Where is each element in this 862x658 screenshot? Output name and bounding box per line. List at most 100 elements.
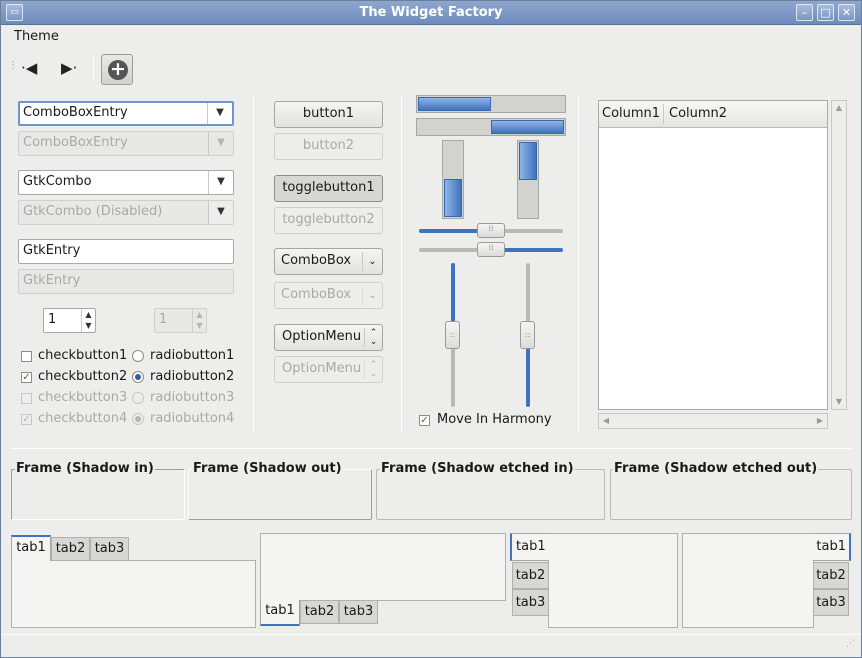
spin-button-value[interactable]: 1 — [48, 312, 56, 327]
column-header-1[interactable]: Column1 — [602, 106, 660, 121]
gtkcombo[interactable]: GtkCombo ▼ — [18, 170, 234, 195]
combobox-entry[interactable]: ComboBoxEntry ▼ — [18, 101, 234, 126]
chevron-down-icon[interactable]: ▼ — [208, 171, 233, 194]
close-icon[interactable]: ✕ — [838, 4, 855, 21]
notebook-top-tab2[interactable]: tab2 — [51, 537, 90, 561]
notebook-top-tab3[interactable]: tab3 — [90, 537, 129, 561]
hscale-handle[interactable]: ⁞⁞ — [477, 223, 505, 238]
gtk-entry-text[interactable]: GtkEntry — [23, 243, 80, 258]
add-icon: + — [108, 60, 128, 80]
hscale-handle[interactable]: ⁞⁞ — [477, 242, 505, 257]
notebook-right-page — [682, 533, 814, 628]
optionmenu-label: OptionMenu — [282, 329, 362, 344]
move-in-harmony-label[interactable]: Move In Harmony — [437, 412, 552, 427]
section-separator — [11, 448, 851, 449]
notebook-right-tab1[interactable]: tab1 — [813, 533, 851, 561]
radiobutton3-circle — [132, 392, 144, 404]
frame-shadow-out — [188, 469, 372, 520]
notebook-bottom-tab2[interactable]: tab2 — [300, 600, 339, 624]
checkbutton1-box[interactable] — [21, 351, 32, 362]
spin-arrows-icon[interactable]: ▲ ▼ — [81, 309, 95, 332]
resize-grip-icon[interactable]: ⋰ — [846, 640, 858, 653]
scroll-left-icon[interactable]: ◀ — [599, 414, 613, 428]
gtk-entry-disabled-text: GtkEntry — [23, 273, 81, 288]
notebook-left-tab3[interactable]: tab3 — [512, 589, 549, 616]
gtkcombo-disabled-text: GtkCombo (Disabled) — [23, 204, 163, 219]
horizontal-scrollbar[interactable]: ◀ ▶ — [598, 413, 828, 429]
add-button[interactable]: + — [101, 54, 133, 85]
optionmenu[interactable]: OptionMenu ⌃ ⌄ — [274, 324, 383, 351]
spin-button[interactable]: 1 ▲ ▼ — [43, 308, 96, 333]
notebook-right-tab3[interactable]: tab3 — [813, 589, 849, 616]
notebook-right-tab2[interactable]: tab2 — [813, 562, 849, 589]
notebook-left-tab2[interactable]: tab2 — [512, 562, 549, 589]
button2: button2 — [274, 133, 383, 160]
vscale-handle[interactable]: :: — [520, 321, 535, 349]
notebook-bottom-tab1[interactable]: tab1 — [260, 600, 300, 626]
optionmenu-disabled: OptionMenu ⌃ ⌄ — [274, 356, 383, 383]
progress-bar-h1 — [416, 95, 566, 113]
checkbutton4-box: ✓ — [21, 414, 32, 425]
progress-fill — [444, 179, 462, 217]
radiobutton3-label: radiobutton3 — [150, 390, 235, 405]
checkbutton1-label[interactable]: checkbutton1 — [38, 348, 127, 363]
minimize-icon[interactable]: – — [796, 4, 813, 21]
scroll-right-icon[interactable]: ▶ — [813, 414, 827, 428]
column-separator — [578, 95, 579, 433]
spin-button-disabled: 1 ▲ ▼ — [154, 308, 207, 333]
notebook-top-tab1[interactable]: tab1 — [11, 535, 51, 561]
button1[interactable]: button1 — [274, 101, 383, 128]
title-bar[interactable]: ▭ The Widget Factory – □ ✕ — [1, 1, 861, 25]
combobox-entry-disabled-text: ComboBoxEntry — [23, 135, 128, 150]
hscale-2[interactable]: ⁞⁞ — [419, 242, 563, 257]
notebook-left-tab1[interactable]: tab1 — [510, 533, 549, 561]
tree-header: Column1 Column2 — [599, 101, 827, 128]
maximize-icon[interactable]: □ — [817, 4, 834, 21]
radiobutton4-label: radiobutton4 — [150, 411, 235, 426]
optionmenu-disabled-label: OptionMenu — [282, 361, 362, 376]
scroll-up-icon[interactable]: ▲ — [832, 101, 846, 115]
gtk-entry[interactable]: GtkEntry — [18, 239, 234, 264]
frame-shadow-out-label: Frame (Shadow out) — [192, 461, 343, 476]
menu-theme[interactable]: Theme — [14, 29, 59, 44]
notebook-top-page — [11, 560, 256, 628]
toolbar-separator — [93, 57, 94, 81]
column-header-2[interactable]: Column2 — [669, 106, 727, 121]
radiobutton2-circle[interactable] — [132, 371, 144, 383]
progress-fill — [418, 97, 491, 111]
tree-view[interactable]: Column1 Column2 — [598, 100, 828, 410]
combobox[interactable]: ComboBox ⌄ — [274, 248, 383, 275]
gtkcombo-text[interactable]: GtkCombo — [23, 174, 92, 189]
notebook-bottom-tab3[interactable]: tab3 — [339, 600, 378, 624]
combobox-disabled-label: ComboBox — [281, 287, 352, 302]
move-in-harmony-checkbox[interactable]: ✓ — [419, 415, 430, 426]
main-window: ▭ The Widget Factory – □ ✕ Theme ⋮ ·◀ ▶·… — [0, 0, 862, 658]
hscale-1[interactable]: ⁞⁞ — [419, 223, 563, 238]
progress-fill — [519, 142, 537, 180]
radiobutton1-circle[interactable] — [132, 350, 144, 362]
progress-fill — [491, 120, 564, 134]
vertical-scrollbar[interactable]: ▲ ▼ — [831, 100, 847, 410]
radiobutton2-label[interactable]: radiobutton2 — [150, 369, 234, 384]
checkbutton4-label: checkbutton4 — [38, 411, 128, 426]
chevron-down-icon[interactable]: ▼ — [207, 103, 232, 124]
radiobutton1-label[interactable]: radiobutton1 — [150, 348, 234, 363]
progress-bar-v1 — [442, 140, 464, 219]
vscale-1[interactable]: :: — [445, 263, 460, 407]
vscale-handle[interactable]: :: — [445, 321, 460, 349]
chevron-down-icon: ⌄ — [362, 252, 382, 271]
progress-bar-h2 — [416, 118, 566, 136]
checkbutton2-box[interactable]: ✓ — [21, 372, 32, 383]
forward-arrow-icon[interactable]: ▶· — [61, 59, 77, 77]
togglebutton1[interactable]: togglebutton1 — [274, 175, 383, 202]
gtk-entry-disabled: GtkEntry — [18, 269, 234, 294]
notebook-left-page — [548, 533, 678, 628]
combobox-entry-text[interactable]: ComboBoxEntry — [23, 105, 128, 120]
vscale-2[interactable]: :: — [520, 263, 535, 407]
spin-arrows-icon: ▲ ▼ — [192, 309, 206, 332]
scroll-down-icon[interactable]: ▼ — [832, 395, 846, 409]
toolbar-grip-icon[interactable]: ⋮ — [8, 60, 18, 71]
checkbutton2-label[interactable]: checkbutton2 — [38, 369, 127, 384]
togglebutton2: togglebutton2 — [274, 207, 383, 234]
back-arrow-icon[interactable]: ·◀ — [21, 59, 37, 77]
